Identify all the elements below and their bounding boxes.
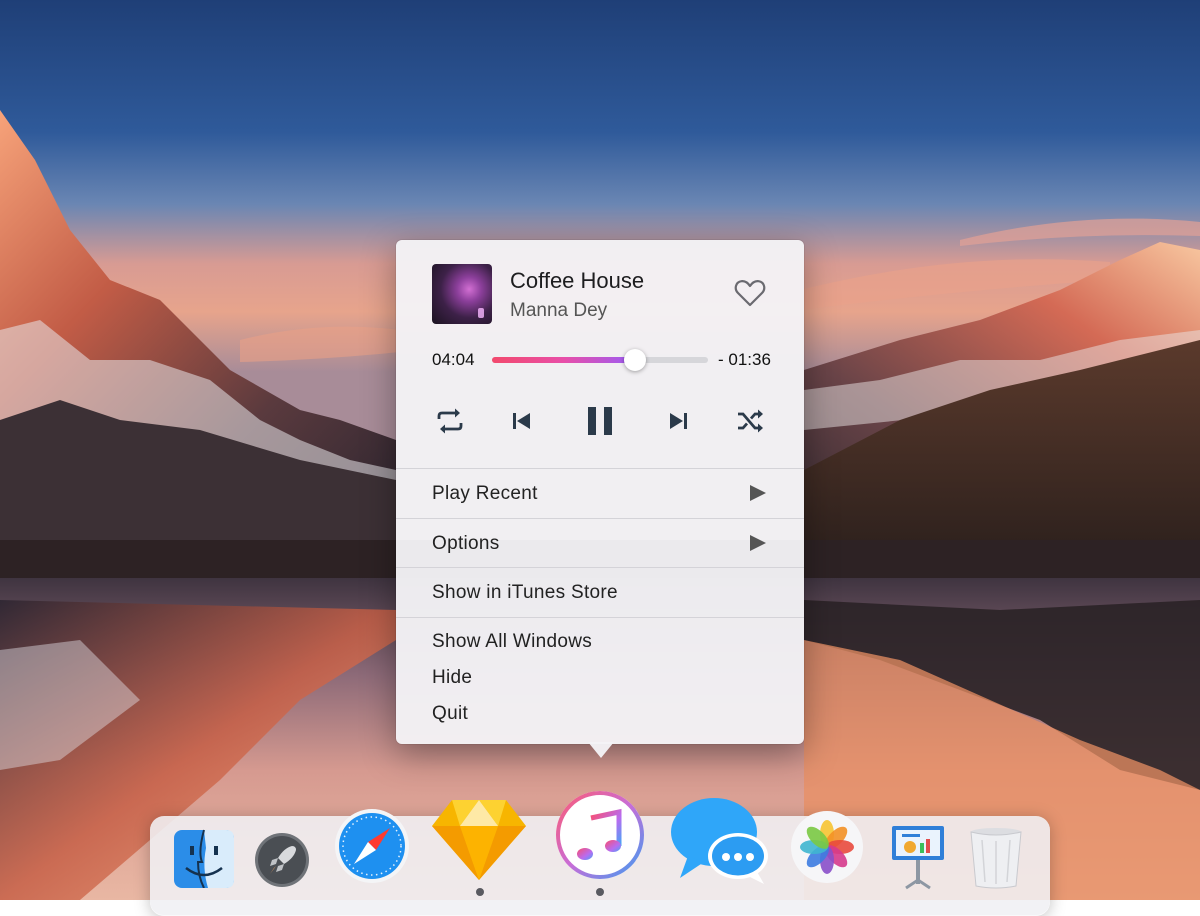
album-artwork <box>432 264 492 324</box>
photos-icon[interactable] <box>790 810 864 884</box>
sketch-icon[interactable] <box>430 796 528 882</box>
playback-controls <box>396 400 804 442</box>
progress-fill <box>492 357 635 363</box>
finder-icon[interactable] <box>172 828 236 888</box>
running-indicator-sketch <box>476 888 484 896</box>
now-playing-panel: Coffee House Manna Dey 04:04 - 01:36 <box>396 240 804 468</box>
progress-knob[interactable] <box>624 349 646 371</box>
submenu-arrow-icon <box>750 485 766 501</box>
itunes-dock-menu: Coffee House Manna Dey 04:04 - 01:36 Pla… <box>396 240 804 744</box>
heart-icon[interactable] <box>734 278 766 308</box>
next-track-icon[interactable] <box>661 404 695 438</box>
submenu-arrow-icon <box>750 535 766 551</box>
messages-icon[interactable] <box>670 794 770 886</box>
menu-item-label: Options <box>432 533 500 554</box>
safari-icon[interactable] <box>334 808 410 884</box>
menu-item-label: Play Recent <box>432 483 538 504</box>
menu-item-quit[interactable]: Quit <box>396 696 804 732</box>
menu-item-options[interactable]: Options <box>396 519 804 567</box>
progress-slider[interactable] <box>492 349 708 371</box>
shuffle-icon[interactable] <box>733 404 767 438</box>
popup-pointer <box>588 742 614 758</box>
keynote-icon[interactable] <box>888 824 948 890</box>
song-artist: Manna Dey <box>510 300 608 321</box>
launchpad-icon[interactable] <box>254 832 310 888</box>
trash-icon[interactable] <box>968 826 1024 890</box>
previous-track-icon[interactable] <box>505 404 539 438</box>
running-indicator-itunes <box>596 888 604 896</box>
pause-icon[interactable] <box>583 404 617 438</box>
menu-item-show-all-windows[interactable]: Show All Windows <box>396 624 804 660</box>
time-elapsed: 04:04 <box>432 350 475 369</box>
time-remaining: - 01:36 <box>718 350 771 369</box>
itunes-icon[interactable] <box>553 788 647 882</box>
menu-item-label: Show All Windows <box>432 631 593 652</box>
menu-item-play-recent[interactable]: Play Recent <box>396 469 804 517</box>
menu-item-hide[interactable]: Hide <box>396 660 804 696</box>
menu-item-label: Quit <box>432 703 469 724</box>
song-title: Coffee House <box>510 268 645 293</box>
menu-item-label: Show in iTunes Store <box>432 582 618 603</box>
repeat-icon[interactable] <box>433 404 467 438</box>
menu-item-show-in-itunes-store[interactable]: Show in iTunes Store <box>396 568 804 616</box>
menu-separator <box>396 617 804 618</box>
menu-item-label: Hide <box>432 667 473 688</box>
